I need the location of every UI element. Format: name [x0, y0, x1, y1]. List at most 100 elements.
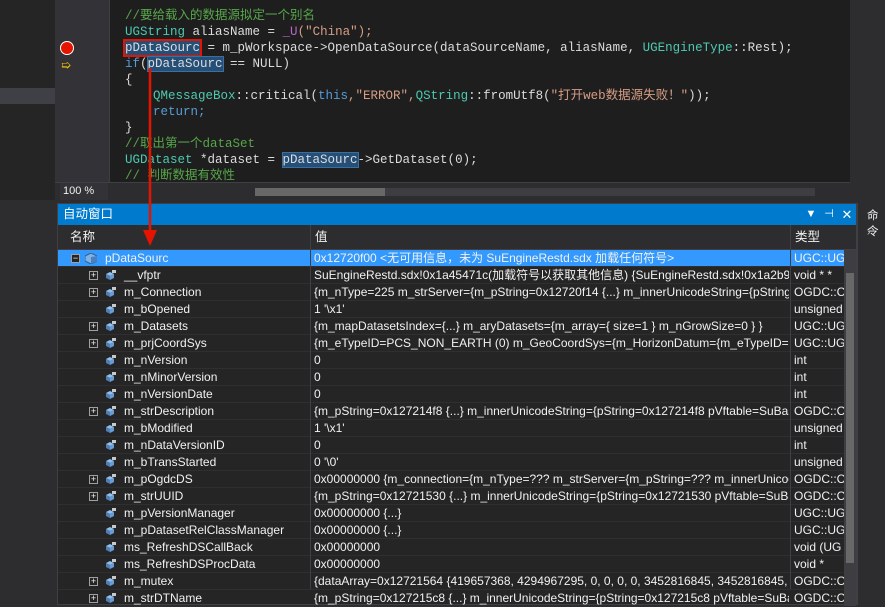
code-line[interactable]: QMessageBox::critical(this,"ERROR",QStri…: [153, 88, 711, 104]
variable-row[interactable]: + m_strDescription {m_pString=0x127214f8 {…: [58, 403, 846, 420]
zoom-dropdown[interactable]: 100 %: [60, 183, 108, 200]
variable-row[interactable]: + m_strDTName {m_pString=0x127215c8 {...} …: [58, 590, 846, 607]
variable-value[interactable]: SuEngineRestd.sdx!0x1a45471c(加载符号以获取其他信息…: [311, 267, 789, 284]
expand-icon[interactable]: +: [89, 271, 98, 280]
code-line[interactable]: {: [125, 72, 133, 88]
variable-row[interactable]: m_nMinorVersion 0 int: [58, 369, 844, 386]
field-icon: [106, 372, 116, 382]
variable-name: m_bTransStarted: [124, 455, 217, 469]
variable-type: UGC::UG: [794, 251, 846, 265]
horizontal-scrollbar[interactable]: [255, 188, 815, 196]
variable-row[interactable]: + m_Datasets {m_mapDatasetsIndex={...} m_a…: [58, 318, 845, 335]
variable-value[interactable]: 0x00000000 {...}: [311, 505, 789, 522]
variable-row[interactable]: + m_pOgdcDS 0x00000000 {m_connection={m_nT…: [58, 471, 845, 488]
variable-type: OGDC::C: [794, 404, 846, 418]
expand-icon[interactable]: +: [89, 407, 98, 416]
field-icon: [106, 338, 116, 348]
variable-row[interactable]: + m_strUUID {m_pString=0x12721530 {...} m_…: [58, 488, 845, 505]
code-editor[interactable]: ➯ //要给载入的数据源拟定一个别名 UGString aliasName = _…: [55, 0, 850, 182]
variable-name: m_nVersion: [124, 353, 188, 367]
variable-row[interactable]: + m_prjCoordSys {m_eTypeID=PCS_NON_EARTH (…: [58, 335, 845, 352]
code-line[interactable]: }: [125, 120, 133, 136]
scroll-thumb[interactable]: [255, 188, 385, 196]
variable-row[interactable]: m_bTransStarted 0 '\0' unsigned: [58, 454, 844, 471]
command-panel: 命令 ›: [857, 203, 885, 605]
variable-value[interactable]: 0x00000000 {...}: [311, 522, 789, 539]
variable-value[interactable]: {m_pString=0x12721530 {...} m_innerUnico…: [311, 488, 789, 505]
close-icon[interactable]: ✕: [839, 204, 855, 225]
variable-row[interactable]: m_bModified 1 '\x1' unsigned: [58, 420, 844, 437]
code-line[interactable]: if(pDataSourc == NULL): [125, 56, 290, 72]
variable-row[interactable]: m_bOpened 1 '\x1' unsigned: [58, 301, 844, 318]
variable-value[interactable]: 0: [311, 352, 789, 369]
variable-value[interactable]: 0 '\0': [311, 454, 789, 471]
variable-row[interactable]: m_pVersionManager 0x00000000 {...} UGC::UG: [58, 505, 845, 522]
expand-icon[interactable]: +: [89, 492, 98, 501]
variable-value[interactable]: 0x00000000 {m_connection={m_nType=??? m_…: [311, 471, 789, 488]
variable-value[interactable]: 0: [311, 437, 789, 454]
variable-value[interactable]: 0: [311, 369, 789, 386]
collapse-icon[interactable]: −: [71, 254, 80, 263]
autos-title-bar[interactable]: 自动窗口 ▼ ⊣ ✕: [58, 204, 856, 225]
expand-icon[interactable]: +: [89, 577, 98, 586]
variable-row[interactable]: + m_Connection {m_nType=225 m_strServer={m…: [58, 284, 845, 301]
variable-row[interactable]: m_nDataVersionID 0 int: [58, 437, 844, 454]
variable-row[interactable]: + m_mutex {dataArray=0x12721564 {419657368…: [58, 573, 845, 590]
gutter[interactable]: [55, 0, 109, 182]
variable-row[interactable]: m_nVersion 0 int: [58, 352, 844, 369]
column-divider[interactable]: [790, 229, 791, 589]
variable-value[interactable]: {m_nType=225 m_strServer={m_pString=0x12…: [311, 284, 789, 301]
variable-type: OGDC::C: [794, 591, 846, 605]
column-divider[interactable]: [310, 229, 311, 589]
expand-icon[interactable]: +: [89, 322, 98, 331]
code-line[interactable]: //要给载入的数据源拟定一个别名: [125, 8, 315, 24]
expand-icon[interactable]: +: [89, 288, 98, 297]
chevron-right-icon[interactable]: ›: [867, 227, 870, 238]
code-line[interactable]: UGDataset *dataset = pDataSourc->GetData…: [125, 152, 478, 168]
variable-value[interactable]: 1 '\x1': [311, 420, 789, 437]
variable-value[interactable]: {m_pString=0x127214f8 {...} m_innerUnico…: [311, 403, 789, 420]
variable-name: m_Connection: [124, 285, 202, 299]
variable-row[interactable]: + __vfptr SuEngineRestd.sdx!0x1a45471c(加载符…: [58, 267, 844, 284]
code-line[interactable]: return;: [153, 104, 206, 120]
variable-value[interactable]: 0x00000000: [311, 556, 789, 573]
col-type[interactable]: 类型: [791, 225, 846, 250]
code-line[interactable]: pDataSourc = m_pWorkspace->OpenDataSourc…: [122, 39, 793, 57]
variable-value[interactable]: {m_eTypeID=PCS_NON_EARTH (0) m_GeoCoordS…: [311, 335, 789, 352]
scroll-thumb[interactable]: [846, 273, 854, 563]
field-icon: [106, 542, 116, 552]
variable-row[interactable]: ms_RefreshDSCallBack 0x00000000 void (UG: [58, 539, 844, 556]
variable-name: m_Datasets: [124, 319, 189, 333]
code-line[interactable]: //取出第一个dataSet: [125, 136, 255, 152]
col-name[interactable]: 名称: [58, 225, 311, 250]
pin-icon[interactable]: ⊣: [821, 204, 837, 225]
variable-value[interactable]: {m_mapDatasetsIndex={...} m_aryDatasets=…: [311, 318, 789, 335]
vertical-scrollbar[interactable]: [844, 250, 856, 606]
code-line[interactable]: // 判断数据有效性: [125, 168, 235, 182]
variable-row[interactable]: − pDataSourc 0x12720f00 <无可用信息，未为 SuEngine…: [58, 250, 846, 267]
field-icon: [106, 593, 116, 603]
expand-icon[interactable]: +: [89, 594, 98, 603]
variable-value[interactable]: {dataArray=0x12721564 {419657368, 429496…: [311, 573, 789, 590]
breakpoint-icon[interactable]: [60, 41, 74, 55]
expand-icon[interactable]: +: [89, 475, 98, 484]
variable-type: void *: [794, 557, 825, 571]
variable-type: int: [794, 438, 807, 452]
variable-type: int: [794, 370, 807, 384]
variable-value[interactable]: {m_pString=0x127215c8 {...} m_innerUnico…: [311, 590, 789, 607]
code-line[interactable]: UGString aliasName = _U("China");: [125, 24, 373, 40]
col-value[interactable]: 值: [311, 225, 791, 250]
variable-value[interactable]: 0x12720f00 <无可用信息，未为 SuEngineRestd.sdx 加…: [311, 250, 789, 267]
variable-row[interactable]: m_nVersionDate 0 int: [58, 386, 844, 403]
variable-type: unsigned: [794, 455, 843, 469]
variable-value[interactable]: 0x00000000: [311, 539, 789, 556]
expand-icon[interactable]: +: [89, 339, 98, 348]
variable-row[interactable]: ms_RefreshDSProcData 0x00000000 void *: [58, 556, 844, 573]
dropdown-icon[interactable]: ▼: [803, 204, 819, 225]
editor-status-bar: 100 %: [55, 182, 850, 200]
selected-item[interactable]: [0, 88, 55, 104]
variable-row[interactable]: m_pDatasetRelClassManager 0x00000000 {...…: [58, 522, 845, 539]
field-icon: [106, 321, 116, 331]
variable-value[interactable]: 1 '\x1': [311, 301, 789, 318]
variable-value[interactable]: 0: [311, 386, 789, 403]
